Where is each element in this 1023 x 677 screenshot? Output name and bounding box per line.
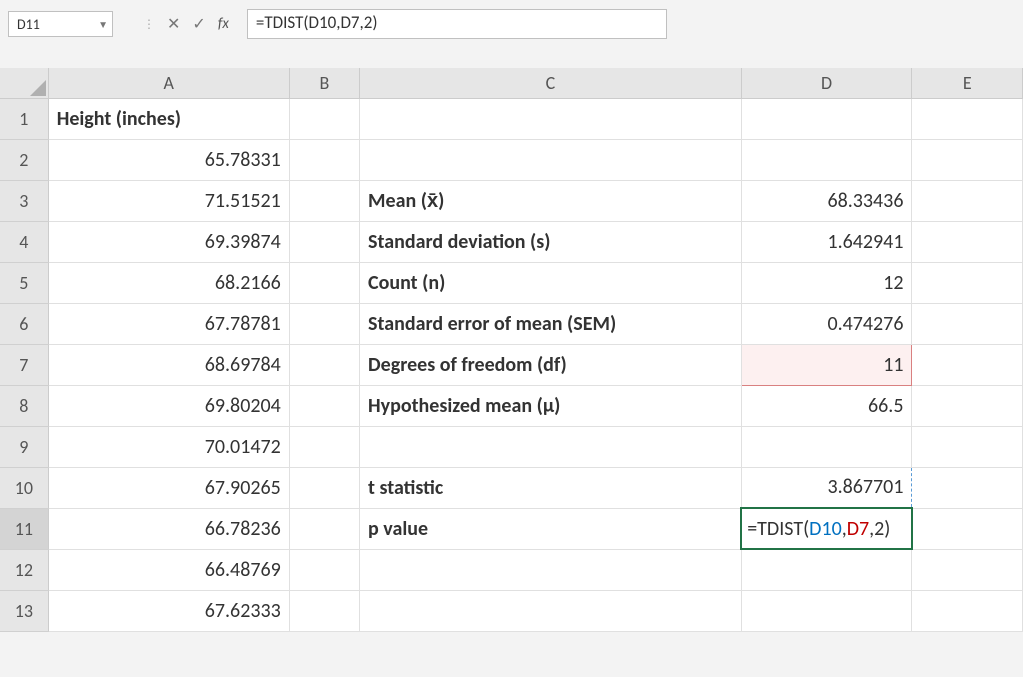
cancel-formula-icon[interactable]: ✕ (167, 14, 180, 34)
row-header-11[interactable]: 11 (0, 508, 48, 549)
cell-D5[interactable]: 12 (741, 262, 912, 303)
name-box[interactable]: D11 ▼ (8, 11, 113, 37)
cell-D8[interactable]: 66.5 (741, 385, 912, 426)
cell-A7[interactable]: 68.69784 (48, 344, 289, 385)
cell-C7[interactable]: Degrees of freedom (df) (360, 344, 742, 385)
cell-B6[interactable] (289, 303, 359, 344)
cell-C10[interactable]: t statistic (360, 467, 742, 508)
row-header-8[interactable]: 8 (0, 385, 48, 426)
cell-E8[interactable] (912, 385, 1023, 426)
row-header-2[interactable]: 2 (0, 139, 48, 180)
cell-A10[interactable]: 67.90265 (48, 467, 289, 508)
cell-D4[interactable]: 1.642941 (741, 221, 912, 262)
cell-B3[interactable] (289, 180, 359, 221)
cell-D3[interactable]: 68.33436 (741, 180, 912, 221)
cell-A2[interactable]: 65.78331 (48, 139, 289, 180)
cell-E1[interactable] (912, 98, 1023, 139)
cell-E10[interactable] (912, 467, 1023, 508)
cell-B2[interactable] (289, 139, 359, 180)
cell-E9[interactable] (912, 426, 1023, 467)
cell-C2[interactable] (360, 139, 742, 180)
cell-D13[interactable] (741, 590, 912, 631)
cell-C6[interactable]: Standard error of mean (SEM) (360, 303, 742, 344)
cell-B11[interactable] (289, 508, 359, 549)
accept-formula-icon[interactable]: ✓ (192, 14, 205, 34)
name-box-value: D11 (17, 16, 40, 33)
row-header-5[interactable]: 5 (0, 262, 48, 303)
row-header-4[interactable]: 4 (0, 221, 48, 262)
cell-D2[interactable] (741, 139, 912, 180)
name-box-dropdown-icon[interactable]: ▼ (98, 18, 108, 31)
cell-B13[interactable] (289, 590, 359, 631)
row-header-13[interactable]: 13 (0, 590, 48, 631)
row-header-3[interactable]: 3 (0, 180, 48, 221)
col-header-A[interactable]: A (48, 68, 289, 98)
cell-A8[interactable]: 69.80204 (48, 385, 289, 426)
cell-D12[interactable] (741, 549, 912, 590)
fx-icon[interactable]: fx (218, 15, 229, 33)
cell-A4[interactable]: 69.39874 (48, 221, 289, 262)
cell-E4[interactable] (912, 221, 1023, 262)
cell-E5[interactable] (912, 262, 1023, 303)
formula-buttons: ⋮ ✕ ✓ fx (143, 14, 237, 34)
cell-A5[interactable]: 68.2166 (48, 262, 289, 303)
cell-C4[interactable]: Standard deviation (s) (360, 221, 742, 262)
cell-D9[interactable] (741, 426, 912, 467)
cell-B5[interactable] (289, 262, 359, 303)
cell-C9[interactable] (360, 426, 742, 467)
cell-A13[interactable]: 67.62333 (48, 590, 289, 631)
cell-C3[interactable]: Mean (x̄) (360, 180, 742, 221)
cell-B9[interactable] (289, 426, 359, 467)
cell-E12[interactable] (912, 549, 1023, 590)
cell-C8[interactable]: Hypothesized mean (μ) (360, 385, 742, 426)
cell-D1[interactable] (741, 98, 912, 139)
cell-B1[interactable] (289, 98, 359, 139)
cell-D7[interactable]: 11 (741, 344, 912, 385)
cell-A12[interactable]: 66.48769 (48, 549, 289, 590)
col-header-E[interactable]: E (912, 68, 1023, 98)
cell-C13[interactable] (360, 590, 742, 631)
cell-A9[interactable]: 70.01472 (48, 426, 289, 467)
col-header-D[interactable]: D (741, 68, 912, 98)
cell-A3[interactable]: 71.51521 (48, 180, 289, 221)
formula-bar: D11 ▼ ⋮ ✕ ✓ fx =TDIST(D10,D7,2) (0, 0, 1023, 48)
row-header-12[interactable]: 12 (0, 549, 48, 590)
row-header-1[interactable]: 1 (0, 98, 48, 139)
cell-D11[interactable]: =TDIST(D10,D7,2) (741, 508, 912, 549)
cell-E3[interactable] (912, 180, 1023, 221)
cell-B7[interactable] (289, 344, 359, 385)
spreadsheet-grid: A B C D E 1 Height (inches) 2 65.78331 3… (0, 68, 1023, 632)
divider-icon: ⋮ (143, 17, 155, 32)
cell-E11[interactable] (912, 508, 1023, 549)
cell-D10[interactable]: 3.867701 (741, 467, 912, 508)
cell-B8[interactable] (289, 385, 359, 426)
formula-input[interactable]: =TDIST(D10,D7,2) (247, 9, 667, 39)
cell-B12[interactable] (289, 549, 359, 590)
cell-A1[interactable]: Height (inches) (48, 98, 289, 139)
cell-B4[interactable] (289, 221, 359, 262)
cell-E13[interactable] (912, 590, 1023, 631)
cell-D6[interactable]: 0.474276 (741, 303, 912, 344)
col-header-B[interactable]: B (289, 68, 359, 98)
cell-C5[interactable]: Count (n) (360, 262, 742, 303)
row-header-7[interactable]: 7 (0, 344, 48, 385)
row-header-6[interactable]: 6 (0, 303, 48, 344)
cell-C1[interactable] (360, 98, 742, 139)
select-all-corner[interactable] (0, 68, 48, 98)
formula-text: =TDIST(D10,D7,2) (256, 12, 378, 33)
cell-B10[interactable] (289, 467, 359, 508)
row-header-9[interactable]: 9 (0, 426, 48, 467)
editing-formula: =TDIST(D10,D7,2) (747, 517, 890, 541)
cell-E2[interactable] (912, 139, 1023, 180)
cell-C11[interactable]: p value (360, 508, 742, 549)
cell-A11[interactable]: 66.78236 (48, 508, 289, 549)
row-header-10[interactable]: 10 (0, 467, 48, 508)
cell-E6[interactable] (912, 303, 1023, 344)
cell-C12[interactable] (360, 549, 742, 590)
cell-E7[interactable] (912, 344, 1023, 385)
cell-A6[interactable]: 67.78781 (48, 303, 289, 344)
col-header-C[interactable]: C (360, 68, 742, 98)
